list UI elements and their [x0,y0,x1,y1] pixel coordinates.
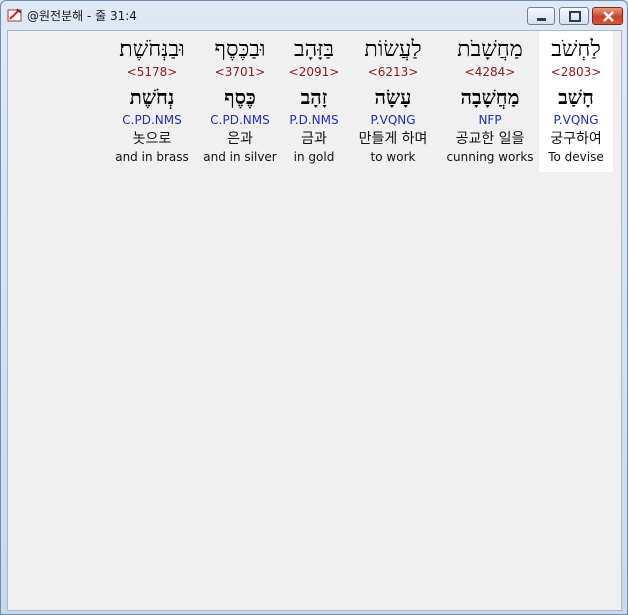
hebrew-word: לַחְשֹׁב [551,37,601,62]
english-gloss: and in silver [203,150,277,164]
hebrew-root: נְחֹשֶׁת [129,85,175,109]
korean-gloss: 놋으로 [132,131,172,147]
morphology-code: NFP [478,113,502,127]
korean-gloss: 은과 [227,131,253,147]
hebrew-word: וּבַכֶּסֶף [214,37,266,62]
korean-gloss: 금과 [301,131,327,147]
strong-number: <2091> [288,65,340,79]
strong-number: <2803> [550,65,602,79]
hebrew-root: עָשָׂה [374,85,412,109]
window-title: @원전분해 - 줄 31:4 [27,9,137,23]
morphology-code: P.D.NMS [289,113,339,127]
hebrew-word: מַחֲשָׁבֹת [457,37,523,62]
morphology-code: P.VQNG [553,113,599,127]
strong-number: <4284> [464,65,516,79]
english-gloss: and in brass [115,150,189,164]
word-column[interactable]: וּבַכֶּסֶף <3701> כֶּסֶף C.PD.NMS 은과 and… [196,31,284,172]
korean-gloss: 궁구하여 [550,131,602,147]
minimize-button[interactable] [527,7,555,25]
morphology-code: C.PD.NMS [122,113,182,127]
korean-gloss: 만들게 하며 [358,131,428,147]
english-gloss: to work [370,150,416,164]
english-gloss: To devise [548,150,604,164]
title-bar[interactable]: @원전분해 - 줄 31:4 [1,1,627,29]
minimize-icon [537,18,546,21]
morphology-code: P.VQNG [370,113,416,127]
strong-number: <5178> [126,65,178,79]
hebrew-word: לַעֲשׂוֹת [364,37,422,62]
word-column[interactable]: לַעֲשׂוֹת <6213> עָשָׂה P.VQNG 만들게 하며 to… [344,31,442,172]
english-gloss: in gold [293,150,335,164]
close-icon [603,11,614,22]
morphology-code: C.PD.NMS [210,113,270,127]
word-column[interactable]: מַחֲשָׁבֹת <4284> מַחֲשָׁבָה NFP 공교한 일을 … [442,31,538,172]
word-column[interactable]: וּבַנְּחֹשֶׁת׃ <5178> נְחֹשֶׁת C.PD.NMS … [108,31,196,172]
hebrew-root: מַחֲשָׁבָה [460,85,520,109]
hebrew-word: בַּזָּהָב [294,37,334,62]
strong-number: <6213> [367,65,419,79]
hebrew-root: חָשַׁב [558,85,594,109]
hebrew-word: וּבַנְּחֹשֶׁת׃ [119,37,185,62]
hebrew-root: כֶּסֶף [224,85,256,109]
maximize-button[interactable] [559,7,589,25]
interlinear-panel[interactable]: וּבַנְּחֹשֶׁת׃ <5178> נְחֹשֶׁת C.PD.NMS … [7,30,622,611]
word-column-selected[interactable]: לַחְשֹׁב <2803> חָשַׁב P.VQNG 궁구하여 To de… [539,31,613,172]
word-column[interactable]: בַּזָּהָב <2091> זָהָב P.D.NMS 금과 in gol… [284,31,344,172]
strong-number: <3701> [214,65,266,79]
english-gloss: cunning works [446,150,534,164]
app-window: @원전분해 - 줄 31:4 וּבַנְּחֹשֶׁת׃ <5178> נְח… [0,0,628,615]
korean-gloss: 공교한 일을 [455,131,525,147]
hebrew-root: זָהָב [300,85,328,109]
app-icon [7,7,23,23]
maximize-icon [569,11,581,22]
close-button[interactable] [592,7,623,25]
